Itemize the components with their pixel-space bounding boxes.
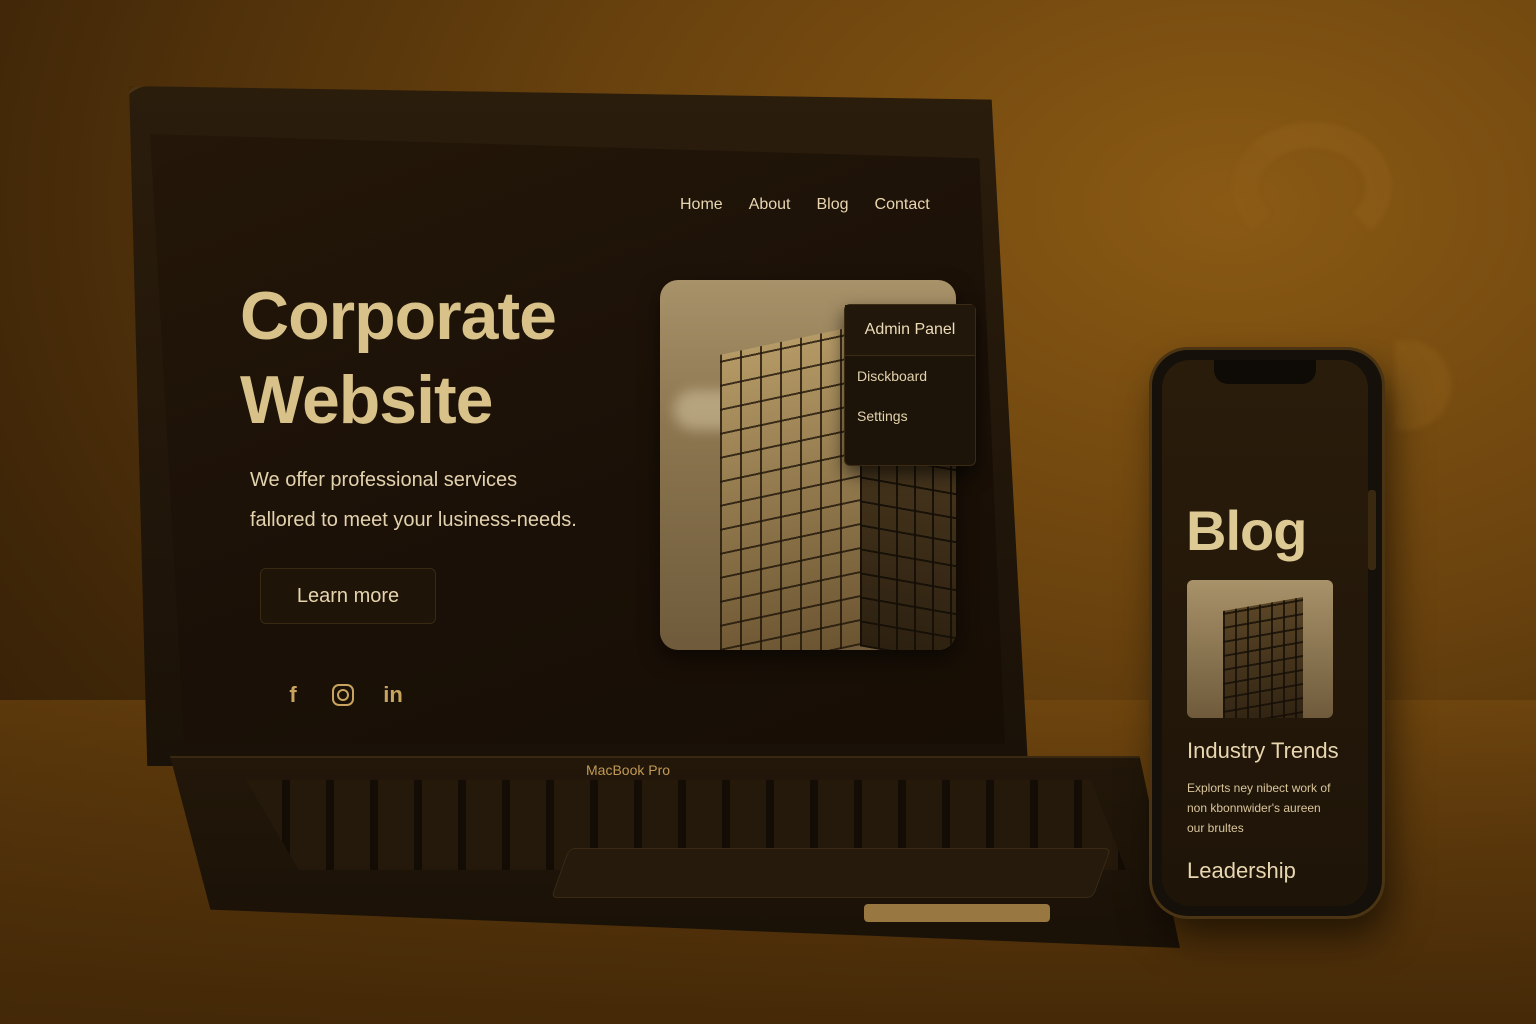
phone-page-title: Blog <box>1186 499 1307 562</box>
blog-post-title-2[interactable]: Leadership <box>1187 858 1296 884</box>
admin-dropdown-menu: Admin Panel Disckboard Settings <box>844 304 976 466</box>
blog-post-excerpt: Explorts ney nibect work of non kbonnwid… <box>1187 781 1331 835</box>
laptop-trackpad <box>550 848 1112 898</box>
blog-post-title[interactable]: Industry Trends <box>1187 738 1339 764</box>
top-navigation: Home About Blog Contact <box>680 196 930 214</box>
background-gear-decoration <box>1395 340 1451 430</box>
laptop-front-notch <box>864 904 1050 922</box>
admin-panel-header[interactable]: Admin Panel <box>845 305 975 356</box>
phone-notch <box>1214 360 1316 384</box>
nav-home[interactable]: Home <box>680 196 723 214</box>
linkedin-icon[interactable]: in <box>380 682 406 708</box>
nav-about[interactable]: About <box>749 196 791 214</box>
blog-post-image[interactable] <box>1187 580 1333 718</box>
hero-title-line2: Website <box>240 362 493 438</box>
blog-building-shape <box>1223 596 1303 718</box>
hero-title-line1: Corporate <box>240 278 557 354</box>
nav-contact[interactable]: Contact <box>875 196 930 214</box>
laptop-screen: Home About Blog Contact Corporate Websit… <box>150 134 1005 744</box>
background-ring-decoration <box>1232 122 1392 252</box>
hero-title: Corporate Website <box>240 274 600 442</box>
building-front-facade <box>720 325 860 650</box>
menu-item-dashboard[interactable]: Disckboard <box>845 356 975 396</box>
smartphone: Blog Industry Trends Explorts ney nibect… <box>1152 350 1382 916</box>
facebook-icon[interactable]: f <box>280 682 306 708</box>
laptop-brand-label: MacBook Pro <box>586 762 671 778</box>
instagram-icon[interactable] <box>332 684 354 706</box>
social-links: f in <box>280 682 406 708</box>
hero-subtitle: We offer professional services fallored … <box>250 460 630 540</box>
phone-side-button <box>1368 490 1376 570</box>
nav-blog[interactable]: Blog <box>817 196 849 214</box>
menu-item-settings[interactable]: Settings <box>845 396 975 436</box>
hero-subtitle-line1: We offer professional services <box>250 469 518 491</box>
learn-more-button[interactable]: Learn more <box>260 568 436 624</box>
phone-screen: Blog Industry Trends Explorts ney nibect… <box>1162 360 1368 906</box>
hero-subtitle-line2: fallored to meet your lusiness-needs. <box>250 509 577 531</box>
